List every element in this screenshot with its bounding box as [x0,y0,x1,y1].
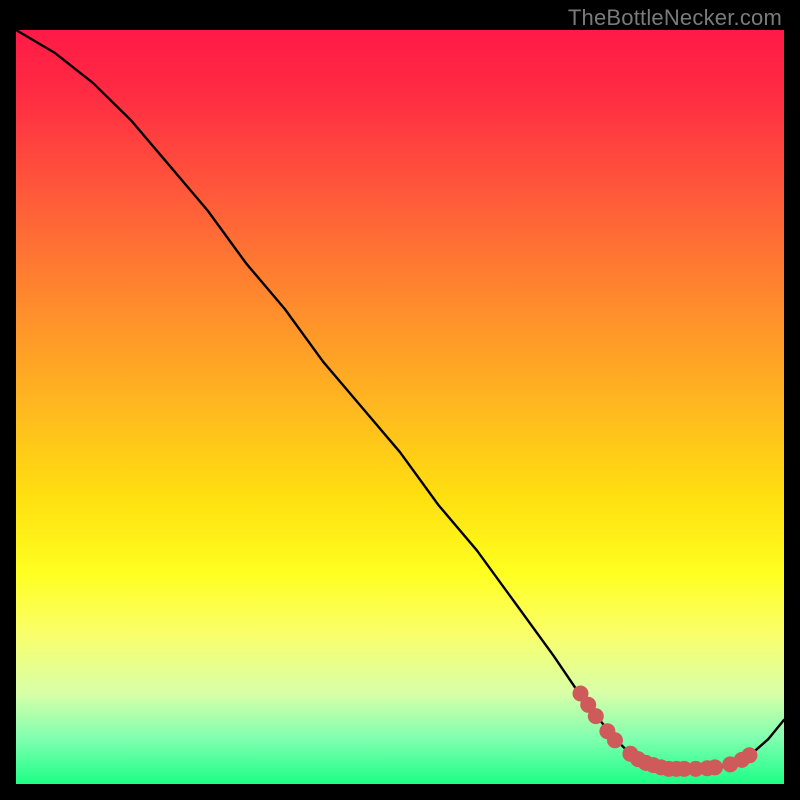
chart-svg [16,30,784,784]
data-point [741,747,757,763]
bottleneck-curve [16,30,784,769]
data-point [588,708,604,724]
data-point [607,732,623,748]
data-point [707,759,723,775]
plot-area [16,30,784,784]
attribution-text: TheBottleNecker.com [568,5,782,31]
data-points [573,686,758,777]
chart-frame: TheBottleNecker.com [0,0,800,800]
